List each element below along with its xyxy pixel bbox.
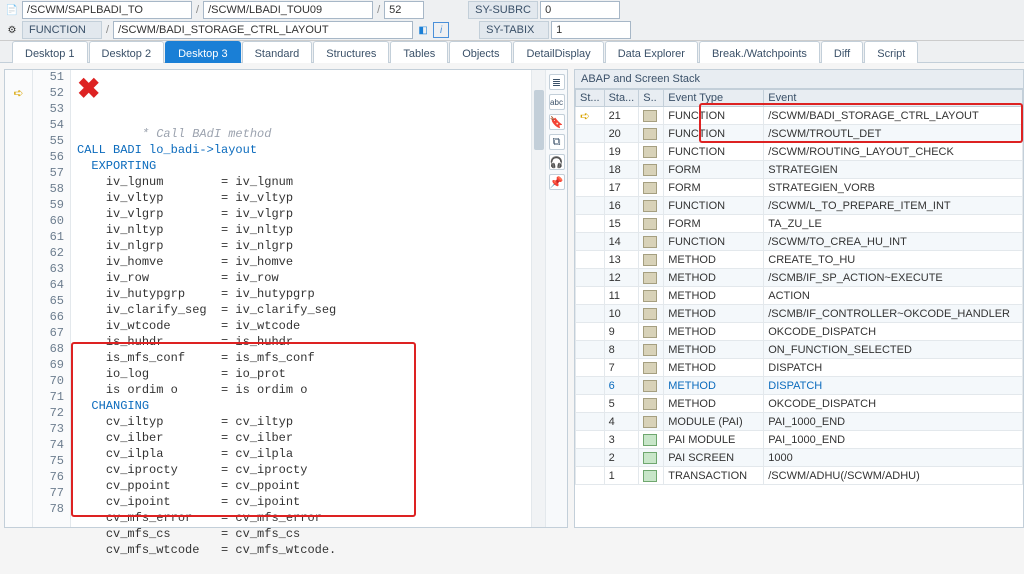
tab-desktop-3[interactable]: Desktop 3 (165, 41, 241, 63)
stack-type-icon (643, 416, 657, 428)
info-icon[interactable]: i (433, 22, 449, 38)
stack-type-icon (643, 218, 657, 230)
scroll-thumb[interactable] (534, 90, 544, 150)
stack-row[interactable]: 4MODULE (PAI)PAI_1000_END (576, 413, 1023, 431)
tab-standard[interactable]: Standard (242, 41, 313, 63)
error-mark-icon: ✖ (77, 72, 100, 107)
stack-type-icon (643, 254, 657, 266)
stack-row[interactable]: 15FORMTA_ZU_LE (576, 215, 1023, 233)
tab-structures[interactable]: Structures (313, 41, 389, 63)
stack-type-icon (643, 236, 657, 248)
stack-row[interactable]: 20FUNCTION/SCWM/TROUTL_DET (576, 125, 1023, 143)
nav-back-icon[interactable]: ◧ (415, 22, 431, 38)
stack-type-icon (643, 200, 657, 212)
toolbar-row-2: ⚙ FUNCTION / /SCWM/BADI_STORAGE_CTRL_LAY… (0, 20, 1024, 40)
stack-type-icon (643, 128, 657, 140)
stack-row[interactable]: 12METHOD/SCMB/IF_SP_ACTION~EXECUTE (576, 269, 1023, 287)
editor-side-toolbar: ≣ abc 🔖 ⧉ 🎧 📌 (545, 70, 567, 527)
stack-row[interactable]: 19FUNCTION/SCWM/ROUTING_LAYOUT_CHECK (576, 143, 1023, 161)
tab-break-watchpoints[interactable]: Break./Watchpoints (699, 41, 820, 63)
stack-row[interactable]: 17FORMSTRATEGIEN_VORB (576, 179, 1023, 197)
stack-col-4[interactable]: Event (764, 90, 1023, 107)
stack-title: ABAP and Screen Stack (575, 70, 1023, 89)
current-line-arrow: ➪ (5, 86, 32, 100)
include-field[interactable]: /SCWM/LBADI_TOU09 (203, 1, 373, 19)
line-field[interactable]: 52 (384, 1, 424, 19)
breakpoint-gutter[interactable]: ➪ (5, 70, 33, 527)
stack-col-2[interactable]: S.. (639, 90, 664, 107)
stack-col-1[interactable]: Sta... (604, 90, 639, 107)
stack-row[interactable]: 13METHODCREATE_TO_HU (576, 251, 1023, 269)
headphones-icon[interactable]: 🎧 (549, 154, 565, 170)
sep: / (194, 4, 201, 16)
stack-row[interactable]: 6METHODDISPATCH (576, 377, 1023, 395)
tab-script[interactable]: Script (864, 41, 918, 63)
stack-row[interactable]: 7METHODDISPATCH (576, 359, 1023, 377)
tab-tables[interactable]: Tables (390, 41, 448, 63)
toolbar: 📄 /SCWM/SAPLBADI_TO / /SCWM/LBADI_TOU09 … (0, 0, 1024, 41)
stack-type-icon (643, 398, 657, 410)
stack-type-icon (643, 380, 657, 392)
stack-type-icon (643, 272, 657, 284)
program-field[interactable]: /SCWM/SAPLBADI_TO (22, 1, 192, 19)
sep: / (375, 4, 382, 16)
tab-data-explorer[interactable]: Data Explorer (605, 41, 698, 63)
abc-icon[interactable]: abc (549, 94, 565, 110)
stack-row[interactable]: 16FUNCTION/SCWM/L_TO_PREPARE_ITEM_INT (576, 197, 1023, 215)
sy-subrc-label: SY-SUBRC (468, 1, 538, 19)
stack-type-icon (643, 326, 657, 338)
proc-type-label: FUNCTION (22, 21, 102, 39)
stack-row[interactable]: 10METHOD/SCMB/IF_CONTROLLER~OKCODE_HANDL… (576, 305, 1023, 323)
call-stack-pane: ABAP and Screen Stack St...Sta...S..Even… (574, 69, 1024, 528)
bookmark-icon[interactable]: 🔖 (549, 114, 565, 130)
toolbar-row-1: 📄 /SCWM/SAPLBADI_TO / /SCWM/LBADI_TOU09 … (0, 0, 1024, 20)
stack-row[interactable]: 2PAI SCREEN1000 (576, 449, 1023, 467)
stack-type-icon (643, 146, 657, 158)
stack-type-icon (643, 182, 657, 194)
stack-table[interactable]: St...Sta...S..Event TypeEvent ➪21FUNCTIO… (575, 89, 1023, 485)
stack-type-icon (643, 452, 657, 464)
stack-col-0[interactable]: St... (576, 90, 605, 107)
sy-tabix-value[interactable]: 1 (551, 21, 631, 39)
pin-icon[interactable]: 📌 (549, 174, 565, 190)
stack-type-icon (643, 434, 657, 446)
gear-icon[interactable]: ⚙ (4, 22, 20, 38)
stack-row[interactable]: 11METHODACTION (576, 287, 1023, 305)
code-area[interactable]: ✖ * Call BAdI methodCALL BADI lo_badi->l… (71, 70, 531, 527)
tab-desktop-2[interactable]: Desktop 2 (89, 41, 165, 63)
stack-row[interactable]: 1TRANSACTION/SCWM/ADHU(/SCWM/ADHU) (576, 467, 1023, 485)
code-editor: ➪ 51525354555657585960616263646566676869… (4, 69, 568, 528)
tab-detaildisplay[interactable]: DetailDisplay (513, 41, 603, 63)
stack-row[interactable]: 9METHODOKCODE_DISPATCH (576, 323, 1023, 341)
current-frame-arrow: ➪ (580, 109, 590, 123)
outline-icon[interactable]: ≣ (549, 74, 565, 90)
stack-type-icon (643, 362, 657, 374)
stack-row[interactable]: 18FORMSTRATEGIEN (576, 161, 1023, 179)
program-icon: 📄 (4, 2, 20, 18)
sy-tabix-label: SY-TABIX (479, 21, 549, 39)
line-numbers: 5152535455565758596061626364656667686970… (33, 70, 71, 527)
stack-row[interactable]: 3PAI MODULEPAI_1000_END (576, 431, 1023, 449)
tab-diff[interactable]: Diff (821, 41, 863, 63)
stack-row[interactable]: 14FUNCTION/SCWM/TO_CREA_HU_INT (576, 233, 1023, 251)
editor-vscroll[interactable] (531, 70, 545, 527)
stack-type-icon (643, 110, 657, 122)
tab-desktop-1[interactable]: Desktop 1 (12, 41, 88, 63)
proc-name-field[interactable]: /SCWM/BADI_STORAGE_CTRL_LAYOUT (113, 21, 413, 39)
stack-type-icon (643, 470, 657, 482)
sep: / (104, 24, 111, 36)
stack-type-icon (643, 344, 657, 356)
where-used-icon[interactable]: ⧉ (549, 134, 565, 150)
stack-type-icon (643, 308, 657, 320)
sy-subrc-value[interactable]: 0 (540, 1, 620, 19)
stack-row[interactable]: 5METHODOKCODE_DISPATCH (576, 395, 1023, 413)
tab-objects[interactable]: Objects (449, 41, 512, 63)
stack-type-icon (643, 290, 657, 302)
stack-row[interactable]: 8METHODON_FUNCTION_SELECTED (576, 341, 1023, 359)
stack-row[interactable]: ➪21FUNCTION/SCWM/BADI_STORAGE_CTRL_LAYOU… (576, 107, 1023, 125)
main-area: ➪ 51525354555657585960616263646566676869… (0, 63, 1024, 528)
stack-type-icon (643, 164, 657, 176)
desktop-tabs: Desktop 1Desktop 2Desktop 3StandardStruc… (0, 41, 1024, 63)
stack-col-3[interactable]: Event Type (664, 90, 764, 107)
